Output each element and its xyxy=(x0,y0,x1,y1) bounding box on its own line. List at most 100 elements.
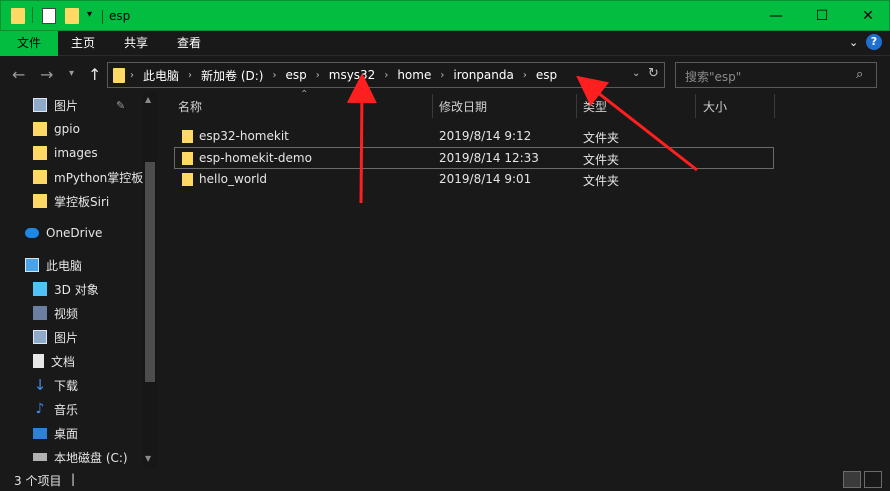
nav-item-drive-c[interactable]: 本地磁盘 (C:) xyxy=(33,445,158,468)
column-modified-header[interactable]: 修改日期 xyxy=(439,98,487,115)
breadcrumb-chevron-icon[interactable]: › xyxy=(435,70,449,81)
file-modified: 2019/8/14 9:12 xyxy=(439,129,532,143)
scroll-down-icon[interactable]: ▼ xyxy=(145,454,151,463)
details-view-icon[interactable] xyxy=(843,471,861,488)
nav-item-siri[interactable]: 掌控板Siri xyxy=(33,189,158,213)
documents-icon xyxy=(33,354,44,368)
nav-item-images[interactable]: images xyxy=(33,141,158,165)
breadcrumb-ironpanda[interactable]: ironpanda xyxy=(449,68,518,82)
recent-locations-chevron-icon[interactable]: ▾ xyxy=(69,68,74,79)
nav-item-label: 下载 xyxy=(54,378,79,393)
table-row[interactable]: hello_world 2019/8/14 9:01 文件夹 xyxy=(174,168,774,190)
nav-item-pictures[interactable]: 图片 xyxy=(33,325,158,349)
breadcrumb-chevron-icon[interactable]: › xyxy=(379,70,393,81)
customize-quick-access-icon[interactable]: ▾ xyxy=(87,9,92,20)
videos-icon xyxy=(33,306,47,320)
nav-item-gpio[interactable]: gpio xyxy=(33,117,158,141)
breadcrumb-chevron-icon[interactable]: › xyxy=(311,70,325,81)
folder-icon xyxy=(182,173,193,186)
nav-item-label: 视频 xyxy=(54,306,79,321)
close-button[interactable]: ✕ xyxy=(845,1,890,31)
column-name-header[interactable]: 名称 xyxy=(178,98,202,115)
pictures-icon xyxy=(33,98,47,112)
collapse-ribbon-icon[interactable]: ⌄ xyxy=(849,36,858,49)
table-row-selected[interactable]: esp-homekit-demo 2019/8/14 12:33 文件夹 xyxy=(174,147,774,169)
drive-icon xyxy=(33,453,47,461)
refresh-icon[interactable]: ↻ xyxy=(648,66,659,81)
onedrive-cloud-icon xyxy=(25,228,39,238)
nav-item-videos[interactable]: 视频 xyxy=(33,301,158,325)
breadcrumb-msys32[interactable]: msys32 xyxy=(325,68,380,82)
tab-home[interactable]: 主页 xyxy=(58,31,108,56)
breadcrumb-esp[interactable]: esp xyxy=(281,68,310,82)
forward-arrow-icon[interactable]: → xyxy=(40,65,53,84)
title-bar: ▾ esp — ☐ ✕ xyxy=(0,0,890,31)
folder-icon xyxy=(113,67,125,83)
nav-item-label: images xyxy=(54,146,98,160)
nav-item-mpython[interactable]: mPython掌控板 xyxy=(33,165,158,189)
new-folder-icon[interactable] xyxy=(65,8,79,24)
window-title: esp xyxy=(109,9,131,23)
folder-icon xyxy=(182,130,193,143)
column-divider[interactable] xyxy=(774,94,775,118)
nav-item-label: 桌面 xyxy=(54,426,79,441)
nav-item-label: 音乐 xyxy=(54,402,79,417)
downloads-icon: ↓ xyxy=(33,376,47,394)
search-input[interactable]: 搜索"esp" ⌕ xyxy=(675,62,877,88)
file-name: hello_world xyxy=(199,172,268,186)
sort-ascending-icon: ⌃ xyxy=(300,89,309,100)
nav-item-this-pc[interactable]: 此电脑 xyxy=(25,253,158,277)
breadcrumb-chevron-icon[interactable]: › xyxy=(518,70,532,81)
tab-share[interactable]: 共享 xyxy=(110,31,162,56)
column-headers: ⌃ 名称 修改日期 类型 大小 xyxy=(170,89,890,120)
folder-icon xyxy=(33,146,47,160)
nav-item-label: 3D 对象 xyxy=(54,282,99,297)
nav-item-label: 此电脑 xyxy=(46,258,83,273)
folder-icon xyxy=(33,170,47,184)
nav-item-onedrive[interactable]: OneDrive xyxy=(25,221,158,245)
help-icon[interactable]: ? xyxy=(866,34,882,50)
tab-file[interactable]: 文件 xyxy=(0,31,58,56)
nav-item-label: 文档 xyxy=(51,354,76,369)
breadcrumb-chevron-icon[interactable]: › xyxy=(125,70,139,81)
address-bar[interactable]: › 此电脑 › 新加卷 (D:) › esp › msys32 › home ›… xyxy=(107,62,665,88)
table-row[interactable]: esp32-homekit 2019/8/14 9:12 文件夹 xyxy=(174,125,774,147)
column-type-header[interactable]: 类型 xyxy=(583,98,607,115)
nav-item-downloads[interactable]: ↓ 下载 xyxy=(33,373,158,397)
up-arrow-icon[interactable]: ↑ xyxy=(88,65,101,84)
nav-item-documents[interactable]: 文档 xyxy=(33,349,158,373)
address-history-chevron-icon[interactable]: ⌄ xyxy=(632,68,640,79)
file-type: 文件夹 xyxy=(583,131,620,145)
nav-item-3d-objects[interactable]: 3D 对象 xyxy=(33,277,158,301)
search-icon[interactable]: ⌕ xyxy=(856,67,863,82)
breadcrumb-chevron-icon[interactable]: › xyxy=(183,70,197,81)
maximize-button[interactable]: ☐ xyxy=(799,1,845,31)
column-divider[interactable] xyxy=(576,94,577,118)
large-icons-view-icon[interactable] xyxy=(864,471,882,488)
properties-icon[interactable] xyxy=(42,8,56,24)
nav-item-desktop[interactable]: 桌面 xyxy=(33,421,158,445)
nav-item-label: 图片 xyxy=(54,330,79,345)
breadcrumb-esp-current[interactable]: esp xyxy=(532,68,561,82)
nav-scrollbar-thumb[interactable] xyxy=(145,162,155,382)
scroll-up-icon[interactable]: ▲ xyxy=(145,95,151,104)
nav-item-music[interactable]: ♪ 音乐 xyxy=(33,397,158,421)
column-size-header[interactable]: 大小 xyxy=(703,98,727,115)
nav-item-label: 图片 xyxy=(54,98,79,113)
computer-icon xyxy=(25,258,39,272)
breadcrumb-this-pc[interactable]: 此电脑 xyxy=(139,67,183,84)
back-arrow-icon[interactable]: ← xyxy=(12,65,25,84)
nav-item-label: 本地磁盘 (C:) xyxy=(54,450,128,465)
breadcrumb-home[interactable]: home xyxy=(393,68,435,82)
breadcrumb-chevron-icon[interactable]: › xyxy=(267,70,281,81)
column-divider[interactable] xyxy=(432,94,433,118)
folder-icon xyxy=(33,194,47,208)
nav-item-pictures-quick[interactable]: 图片 ✎ xyxy=(33,93,158,117)
tab-view[interactable]: 查看 xyxy=(164,31,214,56)
breadcrumb-drive-d[interactable]: 新加卷 (D:) xyxy=(197,67,267,84)
pin-icon[interactable]: ✎ xyxy=(116,99,125,112)
ribbon-tabs: 文件 主页 共享 查看 ⌄ ? xyxy=(0,31,890,56)
item-count: 3 个项目 xyxy=(14,474,62,488)
minimize-button[interactable]: — xyxy=(753,1,799,31)
column-divider[interactable] xyxy=(695,94,696,118)
